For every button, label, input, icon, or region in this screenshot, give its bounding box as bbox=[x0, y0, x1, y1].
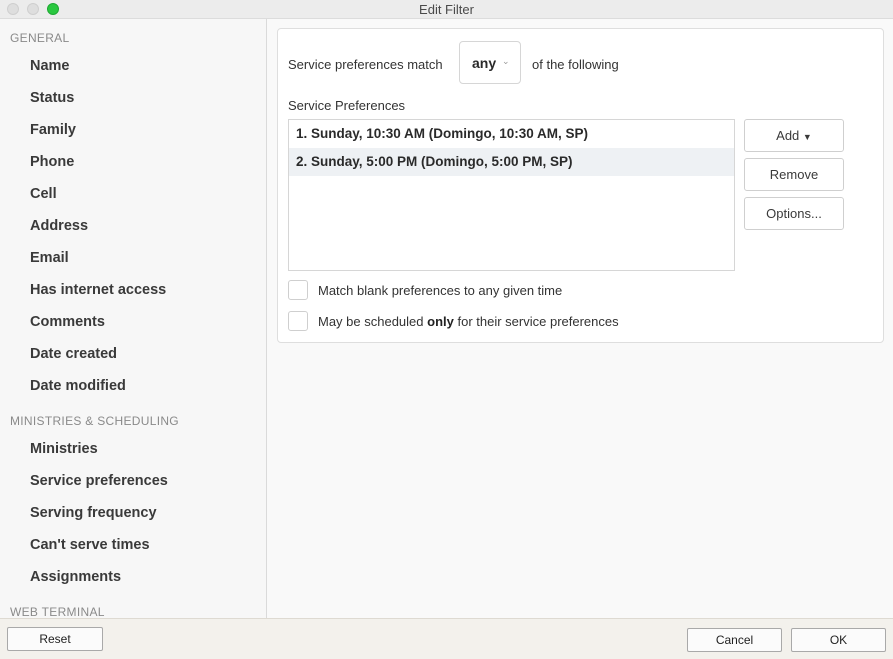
match-mode-select[interactable]: any ⌄ bbox=[459, 41, 521, 84]
match-blank-label: Match blank preferences to any given tim… bbox=[318, 283, 563, 298]
footer-bar: Reset Cancel OK bbox=[0, 618, 893, 659]
add-button-label: Add bbox=[776, 128, 800, 143]
only-preferences-checkbox[interactable] bbox=[288, 311, 308, 331]
chevron-down-icon: ⌄ bbox=[502, 56, 510, 66]
sidebar-item-comments[interactable]: Comments bbox=[30, 314, 105, 330]
sidebar-item-family[interactable]: Family bbox=[30, 122, 76, 138]
list-item[interactable]: 1. Sunday, 10:30 AM (Domingo, 10:30 AM, … bbox=[289, 120, 734, 148]
sidebar-item-serving-frequency[interactable]: Serving frequency bbox=[30, 505, 157, 521]
sidebar: GENERAL Name Status Family Phone Cell Ad… bbox=[0, 19, 267, 618]
title-bar: Edit Filter bbox=[0, 0, 893, 19]
match-mode-value: any bbox=[472, 55, 497, 71]
match-suffix-label: of the following bbox=[532, 57, 619, 72]
window-title: Edit Filter bbox=[419, 2, 474, 17]
add-button[interactable]: Add ▼ bbox=[744, 119, 844, 152]
list-item-selected[interactable]: 2. Sunday, 5:00 PM (Domingo, 5:00 PM, SP… bbox=[289, 148, 734, 176]
sidebar-item-date-created[interactable]: Date created bbox=[30, 346, 117, 362]
sidebar-item-phone[interactable]: Phone bbox=[30, 154, 74, 170]
service-preferences-list[interactable]: 1. Sunday, 10:30 AM (Domingo, 10:30 AM, … bbox=[288, 119, 735, 271]
options-button[interactable]: Options... bbox=[744, 197, 844, 230]
only-preferences-prefix: May be scheduled bbox=[318, 314, 424, 329]
filter-editor: Service preferences match any ⌄ of the f… bbox=[267, 19, 893, 618]
match-label: Service preferences match bbox=[288, 57, 443, 72]
sidebar-item-name[interactable]: Name bbox=[30, 58, 70, 74]
sidebar-item-cell[interactable]: Cell bbox=[30, 186, 57, 202]
only-preferences-emphasis: only bbox=[427, 314, 454, 329]
sidebar-item-email[interactable]: Email bbox=[30, 250, 69, 266]
remove-button[interactable]: Remove bbox=[744, 158, 844, 191]
sidebar-item-address[interactable]: Address bbox=[30, 218, 88, 234]
sidebar-section-ministries-scheduling: MINISTRIES & SCHEDULING bbox=[10, 414, 179, 428]
sidebar-item-cant-serve-times[interactable]: Can't serve times bbox=[30, 537, 150, 553]
service-preferences-label: Service Preferences bbox=[288, 98, 406, 113]
only-preferences-label: May be scheduled only for their service … bbox=[318, 314, 619, 329]
only-preferences-suffix: for their service preferences bbox=[457, 314, 619, 329]
sidebar-item-status[interactable]: Status bbox=[30, 90, 74, 106]
caret-down-icon: ▼ bbox=[802, 132, 812, 142]
ok-button[interactable]: OK bbox=[791, 628, 886, 652]
sidebar-item-assignments[interactable]: Assignments bbox=[30, 569, 121, 585]
sidebar-section-general: GENERAL bbox=[10, 31, 70, 45]
sidebar-item-date-modified[interactable]: Date modified bbox=[30, 378, 126, 394]
sidebar-section-web-terminal: WEB TERMINAL bbox=[10, 605, 105, 618]
match-blank-checkbox[interactable] bbox=[288, 280, 308, 300]
sidebar-item-service-preferences[interactable]: Service preferences bbox=[30, 473, 168, 489]
reset-button[interactable]: Reset bbox=[7, 627, 103, 651]
service-preferences-panel: Service preferences match any ⌄ of the f… bbox=[277, 28, 884, 343]
sidebar-item-ministries[interactable]: Ministries bbox=[30, 441, 98, 457]
cancel-button[interactable]: Cancel bbox=[687, 628, 782, 652]
sidebar-item-has-internet-access[interactable]: Has internet access bbox=[30, 282, 166, 298]
